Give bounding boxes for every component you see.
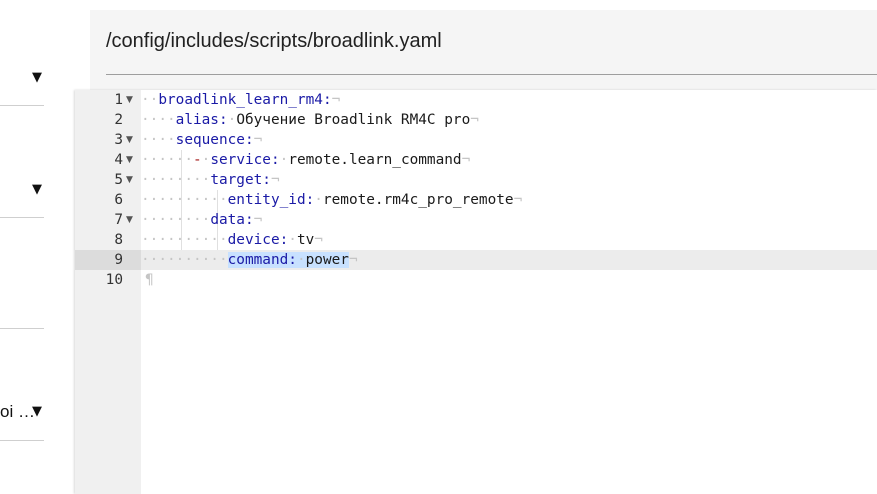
yaml-key: sequence: bbox=[175, 132, 254, 148]
sidebar-item-4[interactable]: oi … ▼ bbox=[0, 398, 45, 428]
sidebar: ▼ ▼ oi … ▼ bbox=[0, 0, 45, 494]
code-line: ··········device:·tv¬ bbox=[141, 232, 323, 248]
gutter-line-active: 9 bbox=[75, 250, 141, 270]
gutter-line: 2 bbox=[75, 110, 141, 130]
code-area[interactable]: ··broadlink_learn_rm4:¬ ····alias:·Обуче… bbox=[141, 90, 877, 494]
divider bbox=[0, 217, 44, 218]
file-path-title: /config/includes/scripts/broadlink.yaml bbox=[106, 30, 442, 52]
line-number: 8 bbox=[114, 232, 123, 248]
yaml-key: device: bbox=[227, 232, 289, 248]
fold-arrow-icon[interactable]: ▼ bbox=[126, 210, 133, 230]
gutter-line: 10 bbox=[75, 270, 141, 290]
line-number: 10 bbox=[105, 272, 123, 288]
yaml-value: remote.learn_command bbox=[288, 152, 462, 168]
eol-marker: ¬ bbox=[270, 172, 280, 188]
selection: command:·power bbox=[227, 252, 349, 268]
divider bbox=[0, 105, 44, 106]
line-number: 5 bbox=[114, 172, 123, 188]
sidebar-item-label: oi … bbox=[0, 402, 35, 421]
gutter-line: 5 ▼ bbox=[75, 170, 141, 190]
yaml-dash: - bbox=[192, 152, 202, 168]
gutter-line: 7 ▼ bbox=[75, 210, 141, 230]
yaml-key: service: bbox=[210, 152, 280, 168]
line-number: 3 bbox=[114, 132, 123, 148]
code-line: ······-·service:·remote.learn_command¬ bbox=[141, 152, 471, 168]
eol-marker: ¬ bbox=[470, 112, 479, 128]
chevron-down-icon[interactable]: ▼ bbox=[32, 182, 42, 197]
fold-arrow-icon[interactable]: ▼ bbox=[126, 90, 133, 110]
line-number: 4 bbox=[114, 152, 123, 168]
eol-marker: ¬ bbox=[461, 152, 471, 168]
code-line: ¶ bbox=[141, 270, 877, 290]
gutter-line: 6 bbox=[75, 190, 141, 210]
divider bbox=[106, 74, 877, 75]
yaml-value: power bbox=[305, 252, 349, 268]
yaml-value: Обучение Broadlink RM4C pro bbox=[236, 112, 471, 128]
yaml-value: tv bbox=[296, 232, 315, 248]
chevron-down-icon[interactable]: ▼ bbox=[32, 70, 42, 85]
code-line: ··········entity_id:·remote.rm4c_pro_rem… bbox=[141, 192, 523, 208]
eol-marker: ¬ bbox=[253, 132, 263, 148]
fold-arrow-icon[interactable]: ▼ bbox=[126, 130, 133, 150]
code-line: ····sequence:¬ bbox=[141, 132, 263, 148]
line-number: 6 bbox=[114, 192, 123, 208]
yaml-key: alias: bbox=[175, 112, 228, 128]
line-number: 9 bbox=[114, 252, 123, 268]
eof-marker: ¶ bbox=[145, 272, 154, 288]
divider bbox=[0, 328, 44, 329]
gutter-line: 4 ▼ bbox=[75, 150, 141, 170]
eol-marker: ¬ bbox=[348, 252, 358, 268]
eol-marker: ¬ bbox=[314, 232, 323, 248]
yaml-key: command: bbox=[227, 252, 297, 268]
eol-marker: ¬ bbox=[513, 192, 523, 208]
eol-marker: ¬ bbox=[253, 212, 263, 228]
sidebar-item-2[interactable]: ▼ bbox=[0, 176, 45, 206]
sidebar-item-1[interactable]: ▼ bbox=[0, 64, 45, 94]
yaml-key: target: bbox=[210, 172, 271, 188]
code-line: ········data:¬ bbox=[141, 212, 263, 228]
code-line: ··broadlink_learn_rm4:¬ bbox=[141, 92, 341, 108]
code-editor[interactable]: 1 ▼ 2 3 ▼ 4 ▼ 5 ▼ 6 7 ▼ 8 9 10 ··broadlink_le… bbox=[75, 90, 877, 494]
yaml-key: entity_id: bbox=[227, 192, 315, 208]
fold-arrow-icon[interactable]: ▼ bbox=[126, 150, 133, 170]
line-number: 1 bbox=[114, 92, 123, 108]
yaml-value: remote.rm4c_pro_remote bbox=[322, 192, 514, 208]
code-line-active: ··········command:·power¬ bbox=[141, 250, 877, 270]
gutter-line: 8 bbox=[75, 230, 141, 250]
file-header: /config/includes/scripts/broadlink.yaml bbox=[106, 10, 877, 74]
yaml-key: broadlink_learn_rm4: bbox=[158, 92, 332, 108]
gutter-line: 3 ▼ bbox=[75, 130, 141, 150]
eol-marker: ¬ bbox=[331, 92, 341, 108]
gutter-line: 1 ▼ bbox=[75, 90, 141, 110]
fold-arrow-icon[interactable]: ▼ bbox=[126, 170, 133, 190]
line-number-gutter: 1 ▼ 2 3 ▼ 4 ▼ 5 ▼ 6 7 ▼ 8 9 10 bbox=[75, 90, 141, 494]
line-number: 2 bbox=[114, 112, 123, 128]
code-line: ········target:¬ bbox=[141, 172, 280, 188]
divider bbox=[0, 440, 44, 441]
yaml-key: data: bbox=[210, 212, 254, 228]
chevron-down-icon[interactable]: ▼ bbox=[32, 404, 42, 419]
code-line: ····alias:·Обучение Broadlink RM4C pro¬ bbox=[141, 112, 479, 128]
line-number: 7 bbox=[114, 212, 123, 228]
